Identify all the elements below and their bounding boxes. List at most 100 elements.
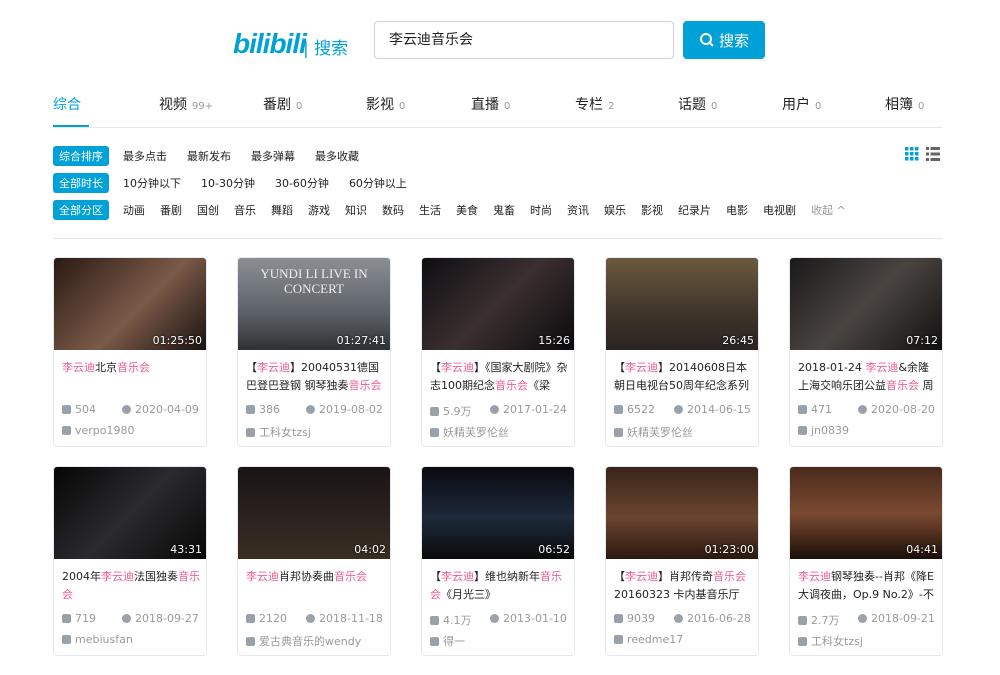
filter-option[interactable]: 娱乐 [604, 202, 626, 218]
tab-1[interactable]: 视频 99+ [159, 94, 213, 114]
title-segment: 肖邦协奏曲 [279, 570, 334, 583]
tab-3[interactable]: 影视 0 [366, 94, 405, 114]
filter-option[interactable]: 番剧 [160, 202, 182, 218]
uploader[interactable]: 妖精芙罗伦丝 [430, 424, 509, 440]
video-thumbnail[interactable]: 04:41 [790, 467, 942, 559]
video-title[interactable]: 李云迪北京音乐会 [62, 359, 202, 395]
user-icon [798, 636, 807, 646]
uploader-name: 工科女tzsj [259, 426, 311, 439]
filter-option[interactable]: 10分钟以下 [123, 175, 181, 191]
filter-option[interactable]: 游戏 [308, 202, 330, 218]
uploader[interactable]: 爱古典音乐的wendy [246, 633, 361, 649]
tab-2[interactable]: 番剧 0 [263, 94, 302, 114]
filter-option[interactable]: 最多收藏 [315, 148, 359, 164]
filter-option[interactable]: 纪录片 [678, 202, 711, 218]
view-count: 4.1万 [430, 612, 472, 628]
video-title[interactable]: 李云迪肖邦协奏曲音乐会 [246, 568, 386, 604]
title-segment: 音乐会 [495, 379, 528, 392]
filter-option[interactable]: 10-30分钟 [201, 175, 255, 191]
title-segment: 】维也纳新年 [474, 570, 540, 583]
list-view-icon[interactable] [926, 147, 940, 161]
collapse-button[interactable]: 收起 ^ [811, 202, 846, 218]
filter-option[interactable]: 最多弹幕 [251, 148, 295, 164]
video-thumbnail[interactable]: 26:45 [606, 258, 758, 350]
video-title[interactable]: 李云迪钢琴独奏--肖邦《降E大调夜曲，Op.9 No.2》-不 [798, 568, 938, 604]
video-thumbnail[interactable]: 04:02 [238, 467, 390, 559]
filter-option[interactable]: 60分钟以上 [349, 175, 407, 191]
filter-option[interactable]: 影视 [641, 202, 663, 218]
filter-option[interactable]: 时尚 [530, 202, 552, 218]
tab-count: 99+ [192, 101, 214, 112]
video-thumbnail[interactable]: 43:31 [54, 467, 206, 559]
search-input[interactable]: 李云迪音乐会 [374, 21, 674, 59]
video-card[interactable]: 43:31 2004年李云迪法国独奏音乐会 719 2018-09-27 meb… [53, 466, 207, 656]
video-title[interactable]: 【李云迪】20140608日本朝日电视台50周年纪念系列 [614, 359, 754, 395]
tab-6[interactable]: 话题 0 [678, 94, 717, 114]
uploader[interactable]: 工科女tzsj [246, 424, 311, 440]
video-card[interactable]: 15:26 【李云迪】《国家大剧院》杂志100期纪念音乐会《梁 5.9万 201… [421, 257, 575, 447]
video-duration: 07:12 [906, 334, 938, 347]
video-thumbnail[interactable]: 15:26 [422, 258, 574, 350]
video-thumbnail[interactable]: 01:25:50 [54, 258, 206, 350]
uploader[interactable]: verpo1980 [62, 424, 135, 437]
clock-icon [858, 614, 867, 623]
tab-count: 0 [399, 101, 406, 112]
tab-label: 专栏 [575, 97, 603, 113]
tab-7[interactable]: 用户 0 [782, 94, 821, 114]
filter-option[interactable]: 生活 [419, 202, 441, 218]
uploader[interactable]: reedme17 [614, 633, 683, 646]
video-card[interactable]: 06:52 【李云迪】维也纳新年音乐会《月光三》 4.1万 2013-01-10… [421, 466, 575, 656]
grid-view-icon[interactable] [905, 147, 919, 161]
video-title[interactable]: 【李云迪】肖邦传奇音乐会 20160323 卡内基音乐厅 [614, 568, 754, 604]
video-title[interactable]: 【李云迪】维也纳新年音乐会《月光三》 [430, 568, 570, 604]
tab-0[interactable]: 综合 [53, 94, 81, 114]
filter-option[interactable]: 动画 [123, 202, 145, 218]
uploader[interactable]: 得一 [430, 633, 465, 649]
filter-order-selected[interactable]: 综合排序 [53, 146, 109, 166]
filter-duration-selected[interactable]: 全部时长 [53, 173, 109, 193]
video-thumbnail[interactable]: 07:12 [790, 258, 942, 350]
tab-4[interactable]: 直播 0 [471, 94, 510, 114]
video-card[interactable]: 01:23:00 【李云迪】肖邦传奇音乐会 20160323 卡内基音乐厅 903… [605, 466, 759, 656]
uploader[interactable]: mebiusfan [62, 633, 133, 646]
video-title[interactable]: 【李云迪】20040531德国巴登巴登钢 钢琴独奏音乐会 [246, 359, 386, 395]
tab-8[interactable]: 相簿 0 [885, 94, 924, 114]
video-card[interactable]: 04:41 李云迪钢琴独奏--肖邦《降E大调夜曲，Op.9 No.2》-不 2.… [789, 466, 943, 656]
title-segment: 李云迪 [441, 570, 474, 583]
filter-option[interactable]: 舞蹈 [271, 202, 293, 218]
filter-option[interactable]: 电影 [726, 202, 748, 218]
play-icon [246, 614, 255, 623]
video-thumbnail[interactable]: 01:23:00 [606, 467, 758, 559]
tab-5[interactable]: 专栏 2 [575, 94, 614, 114]
filter-zone-selected[interactable]: 全部分区 [53, 200, 109, 220]
uploader[interactable]: jn0839 [798, 424, 849, 437]
filter-option[interactable]: 电视剧 [763, 202, 796, 218]
uploader[interactable]: 妖精芙罗伦丝 [614, 424, 693, 440]
video-thumbnail[interactable]: 06:52 [422, 467, 574, 559]
play-icon [430, 406, 439, 416]
video-card[interactable]: 04:02 李云迪肖邦协奏曲音乐会 2120 2018-11-18 爱古典音乐的… [237, 466, 391, 656]
video-card[interactable]: 01:25:50 李云迪北京音乐会 504 2020-04-09 verpo19… [53, 257, 207, 447]
video-title[interactable]: 【李云迪】《国家大剧院》杂志100期纪念音乐会《梁 [430, 359, 570, 395]
video-title[interactable]: 2004年李云迪法国独奏音乐会 [62, 568, 202, 604]
video-card[interactable]: 07:12 2018-01-24 李云迪&余隆上海交响乐团公益音乐会 周 471… [789, 257, 943, 447]
filter-option[interactable]: 鬼畜 [493, 202, 515, 218]
filter-option[interactable]: 资讯 [567, 202, 589, 218]
filter-option[interactable]: 知识 [345, 202, 367, 218]
video-title[interactable]: 2018-01-24 李云迪&余隆上海交响乐团公益音乐会 周 [798, 359, 938, 395]
title-segment: 2018-01-24 [798, 361, 866, 374]
search-button[interactable]: 搜索 [683, 21, 765, 59]
video-thumbnail[interactable]: YUNDI LI LIVE IN CONCERT 01:27:41 [238, 258, 390, 350]
uploader[interactable]: 工科女tzsj [798, 633, 863, 649]
filter-option[interactable]: 最多点击 [123, 148, 167, 164]
filter-option[interactable]: 国创 [197, 202, 219, 218]
video-card[interactable]: 26:45 【李云迪】20140608日本朝日电视台50周年纪念系列 6522 … [605, 257, 759, 447]
bilibili-logo[interactable]: bilibili [233, 28, 307, 60]
filter-option[interactable]: 30-60分钟 [275, 175, 329, 191]
filter-option[interactable]: 最新发布 [187, 148, 231, 164]
video-card[interactable]: YUNDI LI LIVE IN CONCERT 01:27:41 【李云迪】2… [237, 257, 391, 447]
filter-option[interactable]: 数码 [382, 202, 404, 218]
title-segment: 法国独奏 [134, 570, 178, 583]
filter-option[interactable]: 美食 [456, 202, 478, 218]
filter-option[interactable]: 音乐 [234, 202, 256, 218]
